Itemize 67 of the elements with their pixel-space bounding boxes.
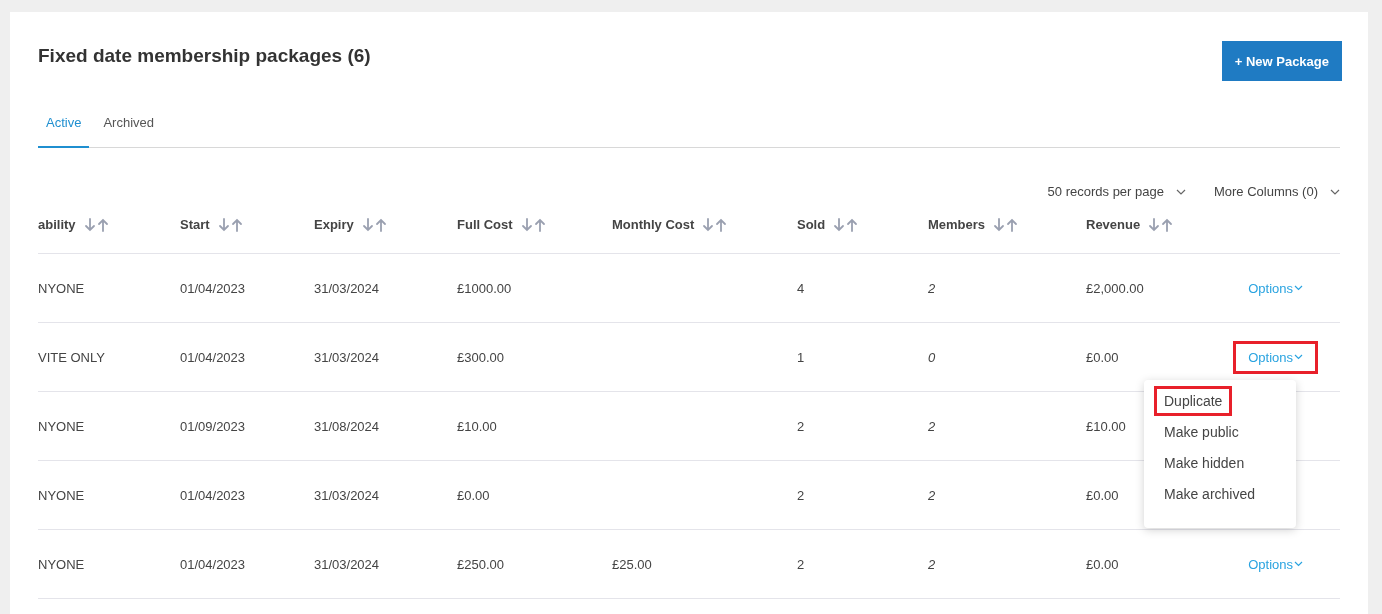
- table-cell: £250.00: [457, 556, 504, 572]
- table-cell: 31/03/2024: [314, 487, 380, 503]
- table-cell: 2: [928, 418, 936, 434]
- tab[interactable]: Archived: [95, 107, 162, 148]
- table-cell: 31/03/2024: [314, 556, 380, 572]
- table-cell: 01/04/2023: [180, 349, 246, 365]
- table-cell: 0: [928, 349, 936, 365]
- chevron-down-icon: [1294, 285, 1303, 291]
- table-cell: VITE ONLY: [38, 349, 105, 365]
- table-cell: NYONE: [38, 280, 85, 296]
- column-header: Revenue: [1086, 217, 1141, 232]
- table-cell: 2: [928, 280, 936, 296]
- records-per-page-dropdown[interactable]: 50 records per page: [1047, 184, 1186, 199]
- table-cell: 2: [797, 487, 805, 503]
- table-cell: £10.00: [1086, 418, 1126, 434]
- table-cell: 1: [797, 349, 805, 365]
- table-cell: £0.00: [1086, 487, 1119, 503]
- sort-arrows-icon[interactable]: [702, 217, 729, 232]
- chevron-down-icon: [1294, 354, 1303, 360]
- table-cell: 01/04/2023: [180, 487, 246, 503]
- table-cell: 31/03/2024: [314, 349, 380, 365]
- table-cell: 4: [797, 280, 805, 296]
- column-header: ability: [38, 217, 76, 232]
- sort-arrows-icon[interactable]: [993, 217, 1020, 232]
- sort-arrows-icon[interactable]: [520, 217, 547, 232]
- sort-arrows-icon[interactable]: [833, 217, 860, 232]
- table-cell: NYONE: [38, 418, 85, 434]
- sort-arrows-icon[interactable]: [1148, 217, 1175, 232]
- menu-item[interactable]: Duplicate: [1154, 386, 1233, 416]
- column-header: Full Cost: [457, 217, 513, 232]
- table-cell: 01/09/2023: [180, 418, 246, 434]
- chevron-down-icon: [1330, 188, 1340, 195]
- menu-item[interactable]: Make public: [1154, 417, 1249, 447]
- column-header: Start: [180, 217, 210, 232]
- column-header: Sold: [797, 217, 826, 232]
- table-cell: £300.00: [457, 349, 504, 365]
- column-header: Expiry: [314, 217, 354, 232]
- sort-arrows-icon[interactable]: [83, 217, 110, 232]
- table-cell: £10.00: [457, 418, 497, 434]
- page-title: Fixed date membership packages (6): [38, 45, 371, 67]
- column-header: Monthly Cost: [612, 217, 695, 232]
- menu-item[interactable]: Make archived: [1154, 479, 1266, 509]
- chevron-down-icon: [1175, 188, 1186, 195]
- table-cell: 31/03/2024: [314, 280, 380, 296]
- table-cell: £0.00: [1086, 556, 1119, 572]
- table-cell: £2,000.00: [1086, 280, 1144, 296]
- table-cell: NYONE: [38, 556, 85, 572]
- table-cell: 01/04/2023: [180, 280, 246, 296]
- menu-item[interactable]: Make hidden: [1154, 448, 1255, 478]
- table-cell: 2: [928, 556, 936, 572]
- table-cell: £0.00: [1086, 349, 1119, 365]
- table-cell: 2: [928, 487, 936, 503]
- more-columns-dropdown[interactable]: More Columns (0): [1213, 184, 1340, 199]
- column-header: Members: [928, 217, 986, 232]
- new-package-button[interactable]: + New Package: [1221, 41, 1342, 81]
- table-cell: £1000.00: [457, 280, 512, 296]
- table-cell: £0.00: [457, 487, 490, 503]
- chevron-down-icon: [1294, 561, 1303, 567]
- tab[interactable]: Active: [38, 107, 90, 148]
- table-cell: 2: [797, 556, 805, 572]
- sort-arrows-icon[interactable]: [217, 217, 244, 232]
- table-cell: 2: [797, 418, 805, 434]
- sort-arrows-icon[interactable]: [361, 217, 388, 232]
- table-cell: NYONE: [38, 487, 85, 503]
- table-cell: 01/04/2023: [180, 556, 246, 572]
- table-cell: £25.00: [612, 556, 652, 572]
- table-cell: 31/08/2024: [314, 418, 380, 434]
